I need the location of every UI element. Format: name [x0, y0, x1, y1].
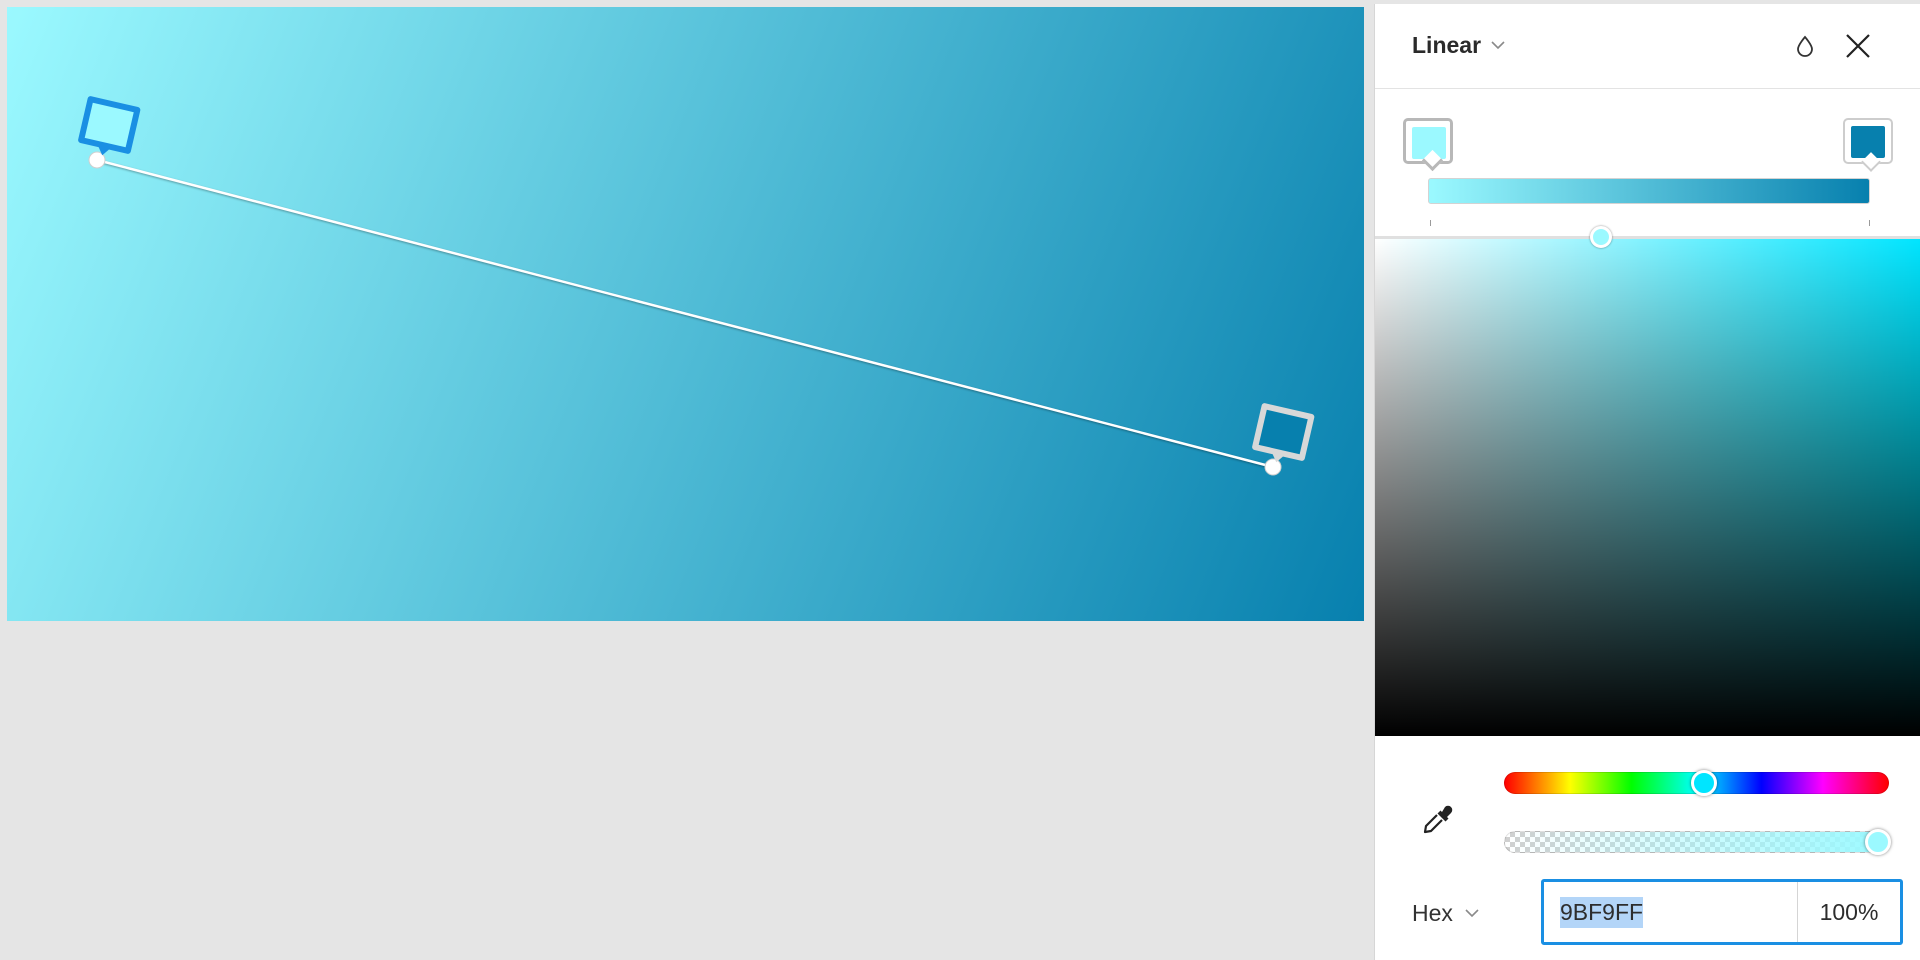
close-icon[interactable]: [1838, 26, 1878, 66]
alpha-slider-knob[interactable]: [1865, 829, 1891, 855]
gradient-preview-bar[interactable]: [1428, 178, 1870, 204]
color-value-input-group: 9BF9FF 100%: [1541, 879, 1903, 945]
alpha-input[interactable]: 100%: [1797, 882, 1900, 942]
alpha-slider[interactable]: [1504, 831, 1889, 853]
panel-header: Linear: [1375, 4, 1920, 89]
gradient-color-panel: Linear Hex 9BF9FF 100%: [1374, 4, 1920, 960]
stop-tick-end: [1869, 220, 1870, 226]
eyedropper-icon[interactable]: [1415, 797, 1461, 843]
stop-tick-start: [1430, 220, 1431, 226]
color-format-dropdown[interactable]: Hex: [1412, 900, 1479, 927]
hex-value: 9BF9FF: [1560, 896, 1644, 928]
hex-input[interactable]: 9BF9FF: [1544, 882, 1797, 942]
gradient-stop-start[interactable]: [1403, 118, 1453, 172]
color-format-label: Hex: [1412, 900, 1453, 926]
gradient-type-label: Linear: [1412, 32, 1482, 58]
hue-slider-knob[interactable]: [1691, 770, 1718, 796]
gradient-stops-editor: [1375, 89, 1920, 239]
saturation-value-knob[interactable]: [1590, 226, 1612, 248]
gradient-type-dropdown[interactable]: Linear: [1412, 32, 1505, 59]
alpha-value: 100%: [1819, 898, 1879, 925]
chevron-down-icon: [1491, 37, 1505, 55]
saturation-value-picker[interactable]: [1375, 239, 1920, 736]
chevron-down-icon: [1465, 905, 1479, 923]
gradient-end-point[interactable]: [1264, 458, 1282, 476]
gradient-stop-end[interactable]: [1843, 118, 1893, 172]
drop-icon[interactable]: [1785, 26, 1825, 66]
